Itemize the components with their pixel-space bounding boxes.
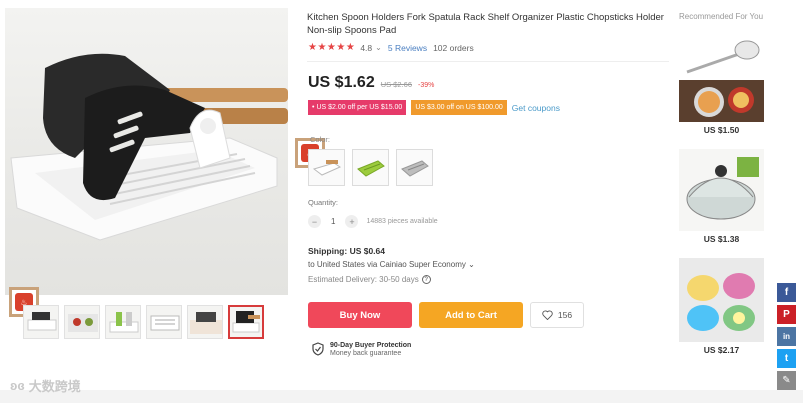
thumbnail[interactable]	[146, 305, 182, 339]
buyer-protection: 90-Day Buyer Protection Money back guara…	[312, 342, 411, 357]
shipping-label: Shipping:	[308, 246, 348, 256]
price-row: US $1.62 US $2.66 -39%	[308, 74, 434, 92]
coupon-select[interactable]: US $3.00 off on US $100.00	[411, 100, 507, 115]
minus-button[interactable]: −	[308, 215, 321, 228]
shipping-cost: Shipping: US $0.64	[308, 246, 385, 256]
pinterest-icon[interactable]: P	[777, 305, 796, 324]
thumbnail[interactable]	[64, 305, 100, 339]
coupon-store-label: US $2.00 off per US $15.00	[316, 104, 403, 111]
color-option-gray[interactable]	[396, 149, 433, 186]
quantity-label: Quantity:	[308, 198, 339, 207]
thumbnail[interactable]	[23, 305, 59, 339]
recommended-item[interactable]	[679, 34, 764, 79]
recommended-title: Recommended For You	[678, 12, 764, 21]
quantity-stepper: − 1 + 14883 pieces available	[308, 215, 438, 228]
color-option-green[interactable]	[352, 149, 389, 186]
vk-icon[interactable]: in	[777, 327, 796, 346]
heart-icon	[542, 310, 553, 320]
delivery-text: Estimated Delivery: 30-50 days	[308, 275, 419, 284]
star-rating-icon: ★★★★★	[308, 42, 356, 53]
recommended-image[interactable]	[679, 80, 764, 122]
shipping-method[interactable]: to United States via Cainiao Super Econo…	[308, 260, 475, 269]
wishlist-count: 156	[557, 310, 573, 320]
color-label: Color:	[310, 135, 331, 144]
shipping-value: US $0.64	[349, 246, 386, 256]
color-option-white[interactable]	[308, 149, 345, 186]
current-price: US $1.62	[308, 74, 375, 91]
chevron-down-icon: ⌄	[468, 260, 475, 269]
main-product-image[interactable]	[5, 8, 288, 295]
help-icon[interactable]: ?	[421, 275, 431, 284]
add-to-cart-button[interactable]: Add to Cart	[419, 302, 523, 328]
shield-icon	[312, 342, 324, 356]
rating-value: 4.8	[360, 42, 373, 53]
share-bar: f P in t ✎	[777, 283, 796, 390]
color-options	[308, 149, 433, 186]
chevron-down-icon[interactable]: ⌄	[375, 43, 382, 52]
recommended-item[interactable]: US $1.38	[679, 149, 764, 244]
buy-now-button[interactable]: Buy Now	[308, 302, 412, 328]
discount-badge: -39%	[418, 82, 435, 89]
watermark: ʚɞ 大数跨境	[10, 376, 81, 395]
orders-count: 102 orders	[433, 42, 474, 53]
protection-title: 90-Day Buyer Protection	[330, 342, 412, 349]
get-coupons-link[interactable]: Get coupons	[512, 103, 560, 113]
thumbnail[interactable]	[105, 305, 141, 339]
recommended-item[interactable]: US $2.17	[679, 258, 764, 355]
pieces-available: 14883 pieces available	[366, 218, 438, 225]
recommended-price: US $1.50	[703, 125, 740, 135]
shipping-method-text: to United States via Cainiao Super Econo…	[308, 260, 466, 269]
divider	[307, 61, 669, 62]
recommended-image[interactable]	[679, 149, 764, 231]
plus-button[interactable]: +	[345, 215, 359, 228]
watermark-logo-icon: ʚɞ	[10, 378, 25, 393]
facebook-icon[interactable]: f	[777, 283, 796, 302]
coupons-row: • US $2.00 off per US $15.00 US $3.00 of…	[308, 100, 560, 115]
edit-icon[interactable]: ✎	[777, 371, 796, 390]
estimated-delivery: Estimated Delivery: 30-50 days ?	[308, 275, 431, 284]
twitter-icon[interactable]: t	[777, 349, 796, 368]
recommended-price: US $1.38	[703, 234, 740, 244]
original-price: US $2.66	[380, 80, 412, 89]
recommended-price: US $2.17	[703, 345, 740, 355]
protection-subtitle: Money back guarantee	[330, 350, 402, 357]
quantity-input[interactable]: 1	[331, 217, 335, 226]
rating-row: ★★★★★ 4.8 ⌄ 5 Reviews 102 orders	[308, 42, 474, 53]
product-title: Kitchen Spoon Holders Fork Spatula Rack …	[307, 12, 664, 36]
page-footer-strip	[0, 390, 803, 403]
watermark-text: 大数跨境	[28, 379, 81, 394]
thumbnail[interactable]	[187, 305, 223, 339]
recommended-image[interactable]	[679, 34, 764, 79]
thumbnail-strip	[23, 305, 264, 339]
recommended-image[interactable]	[679, 258, 764, 342]
recommended-item[interactable]: US $1.50	[679, 80, 764, 135]
wishlist-button[interactable]: 156	[530, 302, 584, 328]
coupon-store[interactable]: • US $2.00 off per US $15.00	[308, 100, 407, 115]
reviews-link[interactable]: 5 Reviews	[388, 43, 427, 53]
thumbnail-selected[interactable]	[228, 305, 264, 339]
